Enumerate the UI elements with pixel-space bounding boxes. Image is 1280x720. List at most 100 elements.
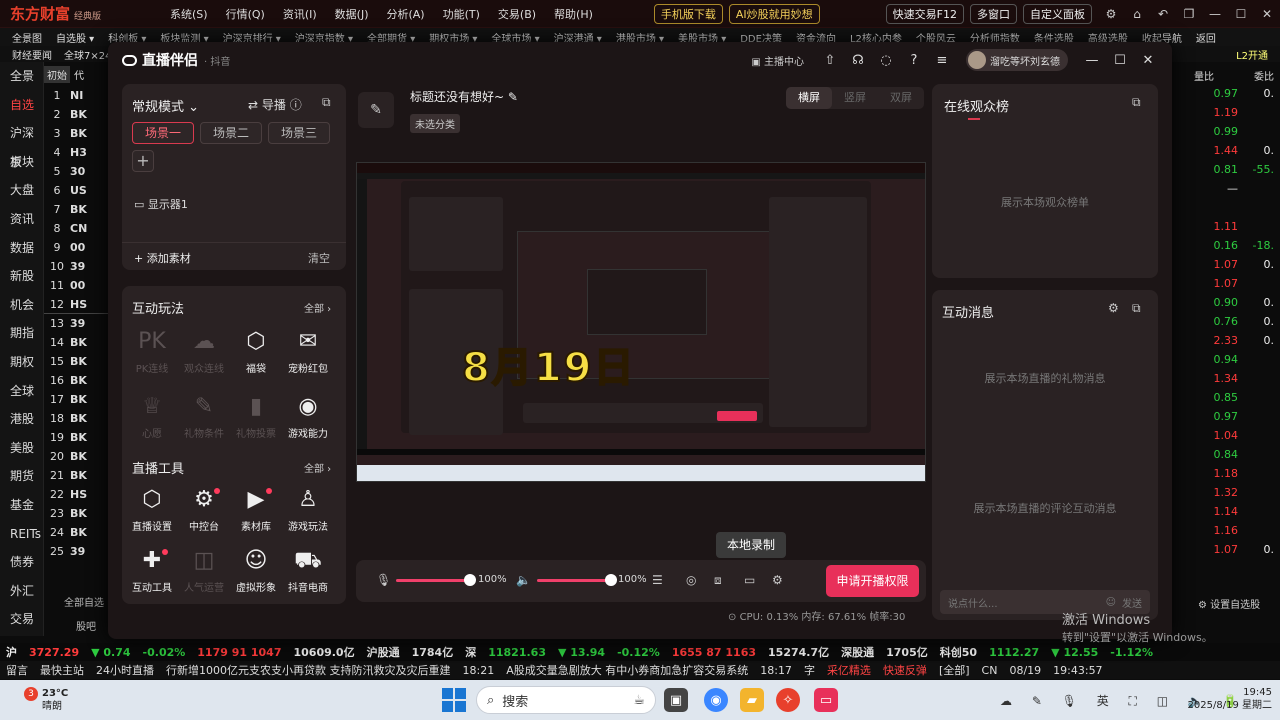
table-row[interactable]: 1.07 0. <box>1158 543 1280 562</box>
table-row[interactable]: 13 39 <box>44 314 110 333</box>
table-row[interactable]: 12 HS <box>44 295 110 314</box>
add-material-button[interactable]: + 添加素材 <box>134 250 191 266</box>
table-row[interactable]: 1.16 <box>1158 524 1280 543</box>
guba-tab[interactable]: 股吧 <box>76 618 96 633</box>
table-row[interactable]: 1.32 <box>1158 486 1280 505</box>
settings-icon[interactable]: ⚙ <box>1108 301 1119 315</box>
menu-icon[interactable]: ≡ <box>928 53 956 68</box>
left-nav-item[interactable]: 基金 <box>0 491 43 520</box>
interactive-all-link[interactable]: 全部 › <box>304 300 331 315</box>
left-nav-item[interactable]: 期货 <box>0 462 43 491</box>
table-row[interactable]: 1.18 <box>1158 467 1280 486</box>
menu-item[interactable]: 数据(J) <box>335 6 369 22</box>
local-record-icon[interactable]: ▭ <box>744 573 755 587</box>
tool-item[interactable]: ☁ 观众连线 <box>178 328 230 375</box>
comment-input[interactable]: 说点什么... ☺ 发送 <box>940 590 1150 614</box>
chat-icon[interactable]: ◌ <box>872 53 900 68</box>
left-nav-item[interactable]: 数据 <box>0 234 43 263</box>
news-item[interactable]: 19:43:57 <box>1053 664 1102 677</box>
tab-finance-news[interactable]: 财经要闻 <box>12 47 52 62</box>
tool-item[interactable]: ☺ 虚拟形象 <box>230 547 282 594</box>
tool-item[interactable]: ◫ 人气运营 <box>178 547 230 594</box>
chrome-icon[interactable]: ◉ <box>704 688 728 712</box>
tool-item[interactable]: ⬡ 福袋 <box>230 328 282 375</box>
left-nav-item[interactable]: 新股 <box>0 262 43 291</box>
news-item[interactable]: 24小时直播 <box>96 662 154 678</box>
left-nav-item[interactable]: 期权 <box>0 348 43 377</box>
screen-record-icon[interactable]: ⧈ <box>714 573 722 588</box>
speaker-volume-slider[interactable] <box>537 574 617 593</box>
table-row[interactable]: 17 BK <box>44 390 110 409</box>
send-button[interactable]: 发送 <box>1122 595 1142 610</box>
emoji-icon[interactable]: ☺ <box>1106 597 1116 608</box>
tool-item[interactable]: ⛟ 抖音电商 <box>282 547 334 594</box>
ai-stock-button[interactable]: AI炒股就用妙想 <box>728 3 820 24</box>
left-nav-item[interactable]: 机会 <box>0 291 43 320</box>
news-item[interactable]: 最快主站 <box>40 662 84 678</box>
table-row[interactable]: 25 39 <box>44 542 110 561</box>
table-row[interactable] <box>1158 201 1280 220</box>
tool-item[interactable]: ▶ 素材库 <box>230 486 282 533</box>
left-nav-item[interactable]: 债券 <box>0 548 43 577</box>
user-profile[interactable]: 溜吃等坏刘玄德 <box>966 49 1068 71</box>
left-nav-item[interactable]: 全景 <box>0 62 43 91</box>
mixer-icon[interactable]: ☰ <box>652 573 663 587</box>
dual-option[interactable]: 双屏 <box>878 87 924 109</box>
menu-item[interactable]: 交易(B) <box>498 6 536 22</box>
table-row[interactable]: 0.94 <box>1158 353 1280 372</box>
nav-link[interactable]: 全景图 <box>12 30 42 45</box>
table-row[interactable]: 19 BK <box>44 428 110 447</box>
microphone-icon[interactable]: 🎙 <box>376 573 391 587</box>
news-item[interactable]: CN <box>982 664 998 677</box>
menu-item[interactable]: 分析(A) <box>386 6 424 22</box>
close-icon[interactable]: ✕ <box>1134 53 1162 68</box>
menu-item[interactable]: 系统(S) <box>170 6 208 22</box>
table-row[interactable]: 1.34 <box>1158 372 1280 391</box>
left-nav-item[interactable]: 期指 <box>0 319 43 348</box>
left-nav-item[interactable]: 自选 <box>0 91 43 120</box>
landscape-option[interactable]: 横屏 <box>786 87 832 109</box>
live-title[interactable]: 标题还没有想好~ ✎ <box>410 88 518 105</box>
tool-item[interactable]: ♙ 游戏玩法 <box>282 486 334 533</box>
speaker-icon[interactable]: 🔈 <box>516 573 531 587</box>
table-row[interactable]: 20 BK <box>44 447 110 466</box>
back-icon[interactable]: ↶ <box>1150 7 1176 21</box>
table-row[interactable]: 21 BK <box>44 466 110 485</box>
popout-icon[interactable]: ⧉ <box>1132 301 1141 316</box>
table-row[interactable]: 24 BK <box>44 523 110 542</box>
table-row[interactable]: 16 BK <box>44 371 110 390</box>
left-nav-item[interactable]: 外汇 <box>0 577 43 606</box>
add-scene-button[interactable]: + <box>132 150 154 172</box>
news-item[interactable]: 字 <box>804 662 815 678</box>
news-item[interactable]: 快速反弹 <box>883 662 927 678</box>
left-nav-item[interactable]: 资讯 <box>0 205 43 234</box>
menu-item[interactable]: 行情(Q) <box>226 6 265 22</box>
upload-icon[interactable]: ⇧ <box>816 53 844 68</box>
table-row[interactable]: 4 H3 <box>44 143 110 162</box>
tool-item[interactable]: ✚ 互动工具 <box>126 547 178 594</box>
eastmoney-icon[interactable]: ✧ <box>776 688 800 712</box>
table-row[interactable]: 0.97 0. <box>1158 87 1280 106</box>
gear-icon[interactable]: ⚙ <box>1098 7 1124 21</box>
restore-icon[interactable]: ❐ <box>1176 7 1202 21</box>
help-icon[interactable]: ? <box>900 53 928 68</box>
table-row[interactable]: 0.84 <box>1158 448 1280 467</box>
table-row[interactable]: 2 BK <box>44 105 110 124</box>
minimize-icon[interactable]: — <box>1202 7 1228 21</box>
mic-volume-slider[interactable] <box>396 574 476 593</box>
table-row[interactable]: 0.76 0. <box>1158 315 1280 334</box>
scene-tab-3[interactable]: 场景三 <box>268 122 330 144</box>
news-item[interactable]: 18:21 <box>463 664 495 677</box>
table-row[interactable]: 0.81 -55. <box>1158 163 1280 182</box>
set-watchlist-button[interactable]: ⚙ 设置自选股 <box>1198 596 1260 611</box>
table-row[interactable]: 0.16 -18. <box>1158 239 1280 258</box>
maximize-icon[interactable]: ☐ <box>1228 7 1254 21</box>
headset-icon[interactable]: ☊ <box>844 53 872 68</box>
tool-item[interactable]: ✉ 宠粉红包 <box>282 328 334 375</box>
news-item[interactable]: [全部] <box>939 662 970 678</box>
guide-button[interactable]: ⇄ 导播 ⓘ <box>248 96 302 113</box>
left-nav-item[interactable]: 交易 <box>0 605 43 634</box>
table-row[interactable]: 8 CN <box>44 219 110 238</box>
tab-global-724[interactable]: 全球7×24 <box>64 47 111 62</box>
news-item[interactable]: 采亿精选 <box>827 662 871 678</box>
